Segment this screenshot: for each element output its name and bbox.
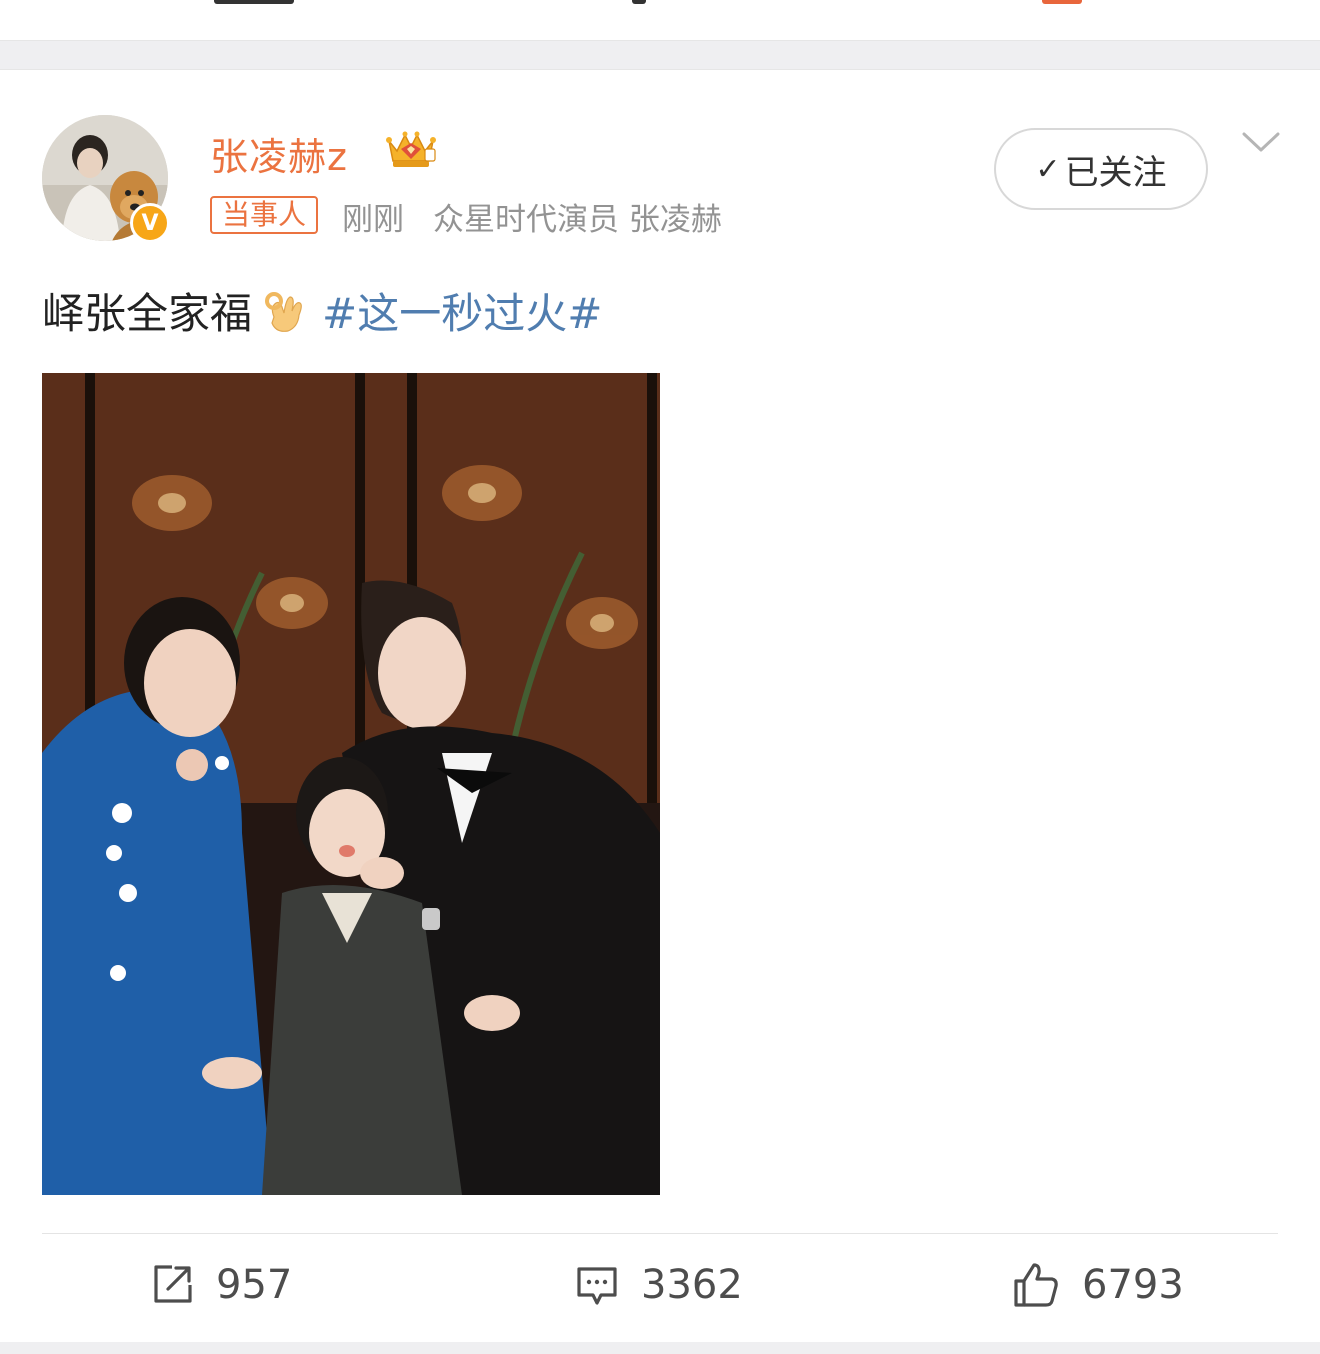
family-portrait-image — [42, 373, 660, 1195]
like-button[interactable]: 6793 — [1012, 1250, 1184, 1320]
comment-button[interactable]: 3362 — [575, 1250, 743, 1320]
vip-crown-icon[interactable] — [383, 127, 439, 171]
thumbs-up-icon — [1014, 1263, 1058, 1307]
post-text: 峄张全家福 — [42, 289, 253, 338]
post-source: 众星时代演员 张凌赫 — [433, 202, 722, 238]
topic-hashtag-link[interactable]: #这一秒过火# — [322, 280, 602, 341]
ok-hand-emoji-icon — [265, 291, 302, 332]
previous-icon-fragment — [1042, 0, 1082, 4]
post-content: 峄张全家福 #这一秒过火# — [42, 280, 602, 341]
action-bar-divider — [42, 1233, 1278, 1234]
previous-text-fragment — [632, 0, 646, 4]
author-name[interactable]: 张凌赫z — [210, 126, 348, 181]
post-image[interactable] — [42, 373, 660, 1195]
comment-icon — [577, 1267, 617, 1305]
repost-icon — [154, 1265, 192, 1303]
comment-count: 3362 — [641, 1262, 743, 1308]
check-icon: ✓ — [1035, 151, 1061, 187]
feed-separator — [0, 40, 1320, 70]
chevron-down-icon[interactable] — [1240, 128, 1282, 158]
post-time: 刚刚 — [342, 202, 404, 238]
like-count: 6793 — [1082, 1262, 1184, 1308]
follow-button-label: 已关注 — [1064, 152, 1167, 193]
previous-post-fragment — [0, 0, 1320, 40]
repost-button[interactable]: 957 — [150, 1250, 292, 1320]
repost-count: 957 — [216, 1262, 293, 1308]
party-involved-tag: 当事人 — [210, 196, 319, 234]
follow-button[interactable]: ✓ 已关注 — [994, 128, 1208, 210]
feed-separator-bottom — [0, 1342, 1320, 1354]
weibo-post-card: V 张凌赫z 当事人 刚刚 众星时代演员 张凌赫 ✓ 已关注 峄张全家福 #这一… — [0, 70, 1320, 1342]
previous-text-fragment — [214, 0, 294, 4]
verified-badge-icon: V — [130, 203, 170, 243]
